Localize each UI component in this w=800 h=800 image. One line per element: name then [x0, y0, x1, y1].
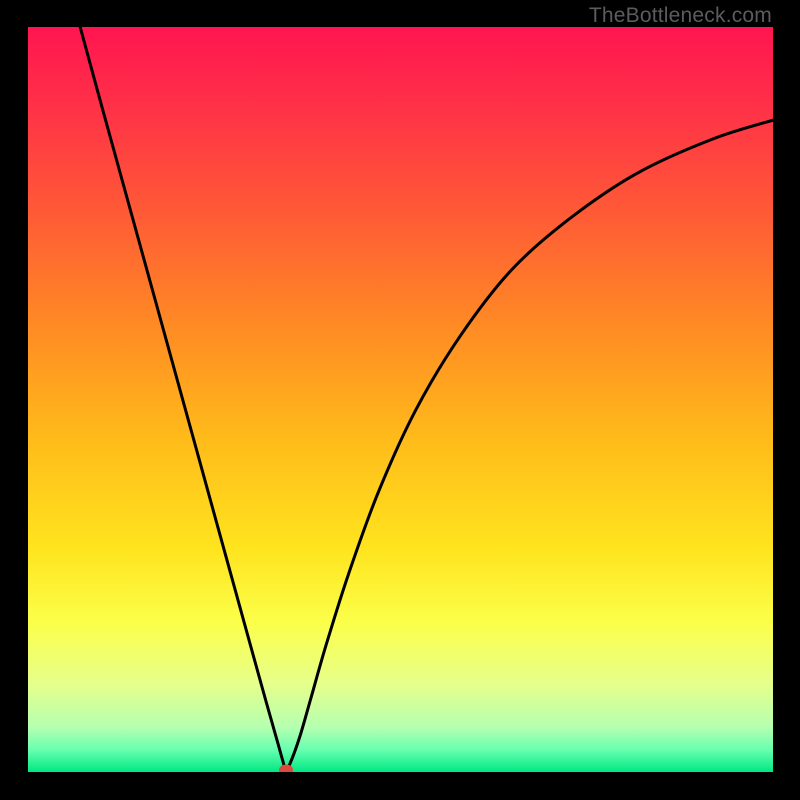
watermark-text: TheBottleneck.com	[589, 4, 772, 28]
optimal-point-marker	[279, 764, 293, 772]
plot-area	[28, 27, 773, 772]
bottleneck-curve	[28, 27, 773, 772]
chart-frame: TheBottleneck.com	[0, 0, 800, 800]
